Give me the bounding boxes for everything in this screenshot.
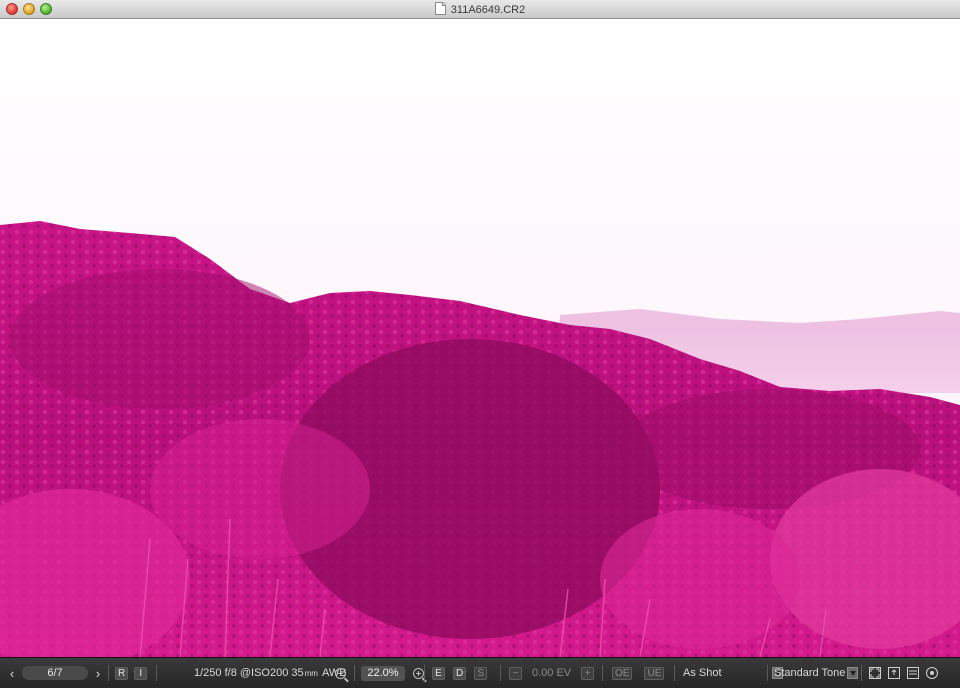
separator	[674, 665, 675, 681]
exposure-group: − 0.00 EV +	[509, 658, 595, 688]
picture-style-group: Standard Tone	[774, 658, 859, 688]
separator	[500, 665, 501, 681]
rating-button[interactable]: R	[115, 666, 129, 680]
overexposure-button[interactable]: OE	[612, 666, 633, 680]
separator	[156, 665, 157, 681]
window-title: 311A6649.CR2	[450, 4, 526, 16]
compare-icon[interactable]	[907, 667, 919, 679]
document-icon	[434, 2, 446, 15]
title-bar: 311A6649.CR2	[0, 0, 960, 19]
separator	[602, 665, 603, 681]
underexposure-button[interactable]: UE	[644, 666, 665, 680]
white-balance-select[interactable]: As Shot	[683, 667, 722, 679]
zoom-group: 22.0%	[335, 658, 424, 688]
view-s-button[interactable]: S	[474, 666, 488, 680]
settings-icon[interactable]	[926, 667, 938, 679]
zoom-level-field[interactable]: 22.0%	[361, 665, 405, 681]
shooting-info-unit: mm	[304, 668, 318, 678]
info-button[interactable]: I	[134, 666, 148, 680]
separator	[424, 665, 425, 681]
view-d-button[interactable]: D	[453, 666, 467, 680]
ev-increase-button[interactable]: +	[581, 666, 595, 680]
zoom-in-icon[interactable]	[413, 667, 424, 679]
image-preview[interactable]	[0, 19, 960, 657]
separator	[861, 665, 862, 681]
nav-group: ‹ 6/7 ›	[6, 658, 104, 688]
shooting-info-text: 1/250 f/8 @ISO200 35	[194, 667, 304, 679]
separator	[108, 665, 109, 681]
exposure-value: 0.00 EV	[532, 667, 572, 679]
picture-style-dropdown-icon[interactable]	[847, 667, 859, 679]
shooting-info: 1/250 f/8 @ISO200 35 mm AWB	[194, 658, 347, 688]
bottom-toolbar: ‹ 6/7 › R I 1/250 f/8 @ISO200 35 mm AWB 2…	[0, 657, 960, 688]
view-e-button[interactable]: E	[432, 666, 445, 680]
clipping-group: OE UE	[612, 658, 665, 688]
image-counter: 6/7	[22, 666, 88, 680]
view-mode-group: E D S	[432, 658, 488, 688]
ri-group: R I	[115, 658, 148, 688]
fit-to-screen-icon[interactable]	[869, 667, 881, 679]
ev-decrease-button[interactable]: −	[509, 666, 522, 680]
separator	[767, 665, 768, 681]
separator	[354, 665, 355, 681]
picture-style-select[interactable]: Standard Tone	[774, 667, 845, 679]
window-title-group: 311A6649.CR2	[0, 2, 960, 17]
export-icon[interactable]	[888, 667, 900, 679]
photo-canvas	[0, 19, 960, 657]
next-image-button[interactable]: ›	[92, 666, 104, 681]
zoom-out-icon[interactable]	[335, 667, 346, 679]
view-tools-group	[869, 658, 938, 688]
previous-image-button[interactable]: ‹	[6, 666, 18, 681]
